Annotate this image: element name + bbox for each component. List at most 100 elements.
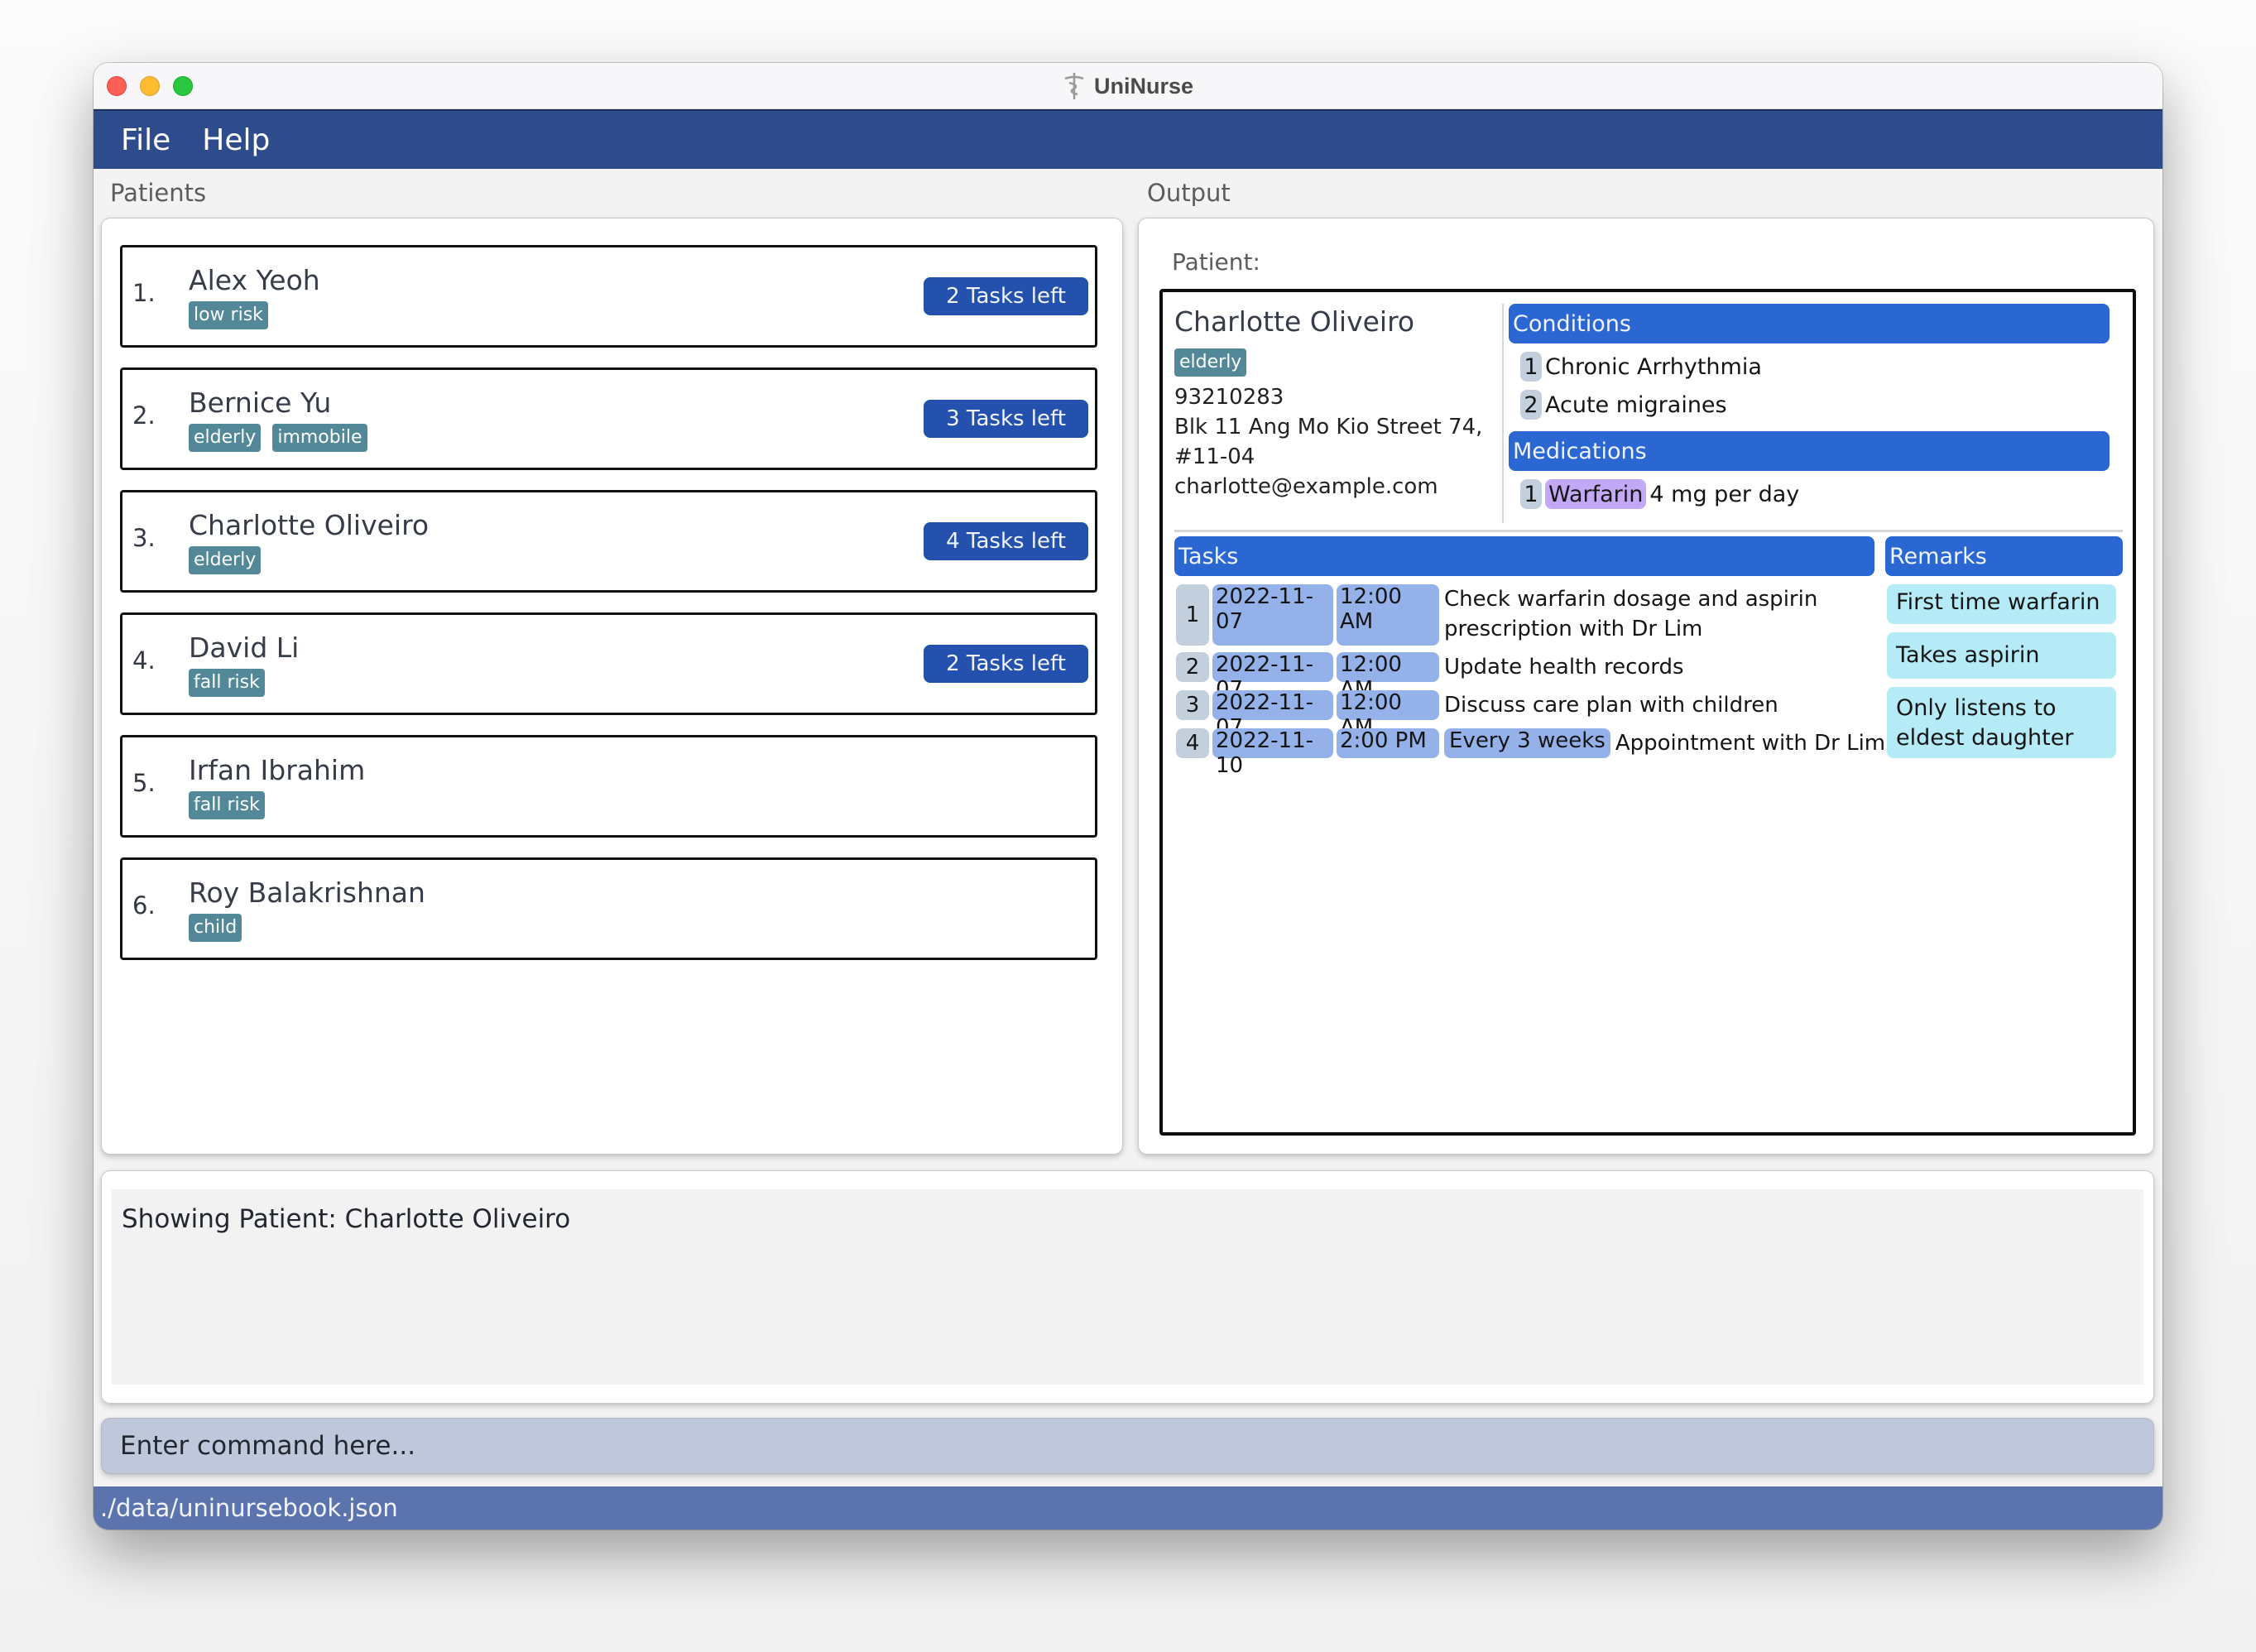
patient-tags: child	[189, 914, 242, 942]
medications-header: Medications	[1509, 431, 2110, 471]
task-description-line2: prescription with Dr Lim	[1444, 617, 1703, 641]
task-number: 2	[1176, 652, 1209, 682]
remark-item: First time warfarin	[1887, 584, 2116, 624]
data-file-path: ./data/uninursebook.json	[100, 1494, 398, 1522]
task-number: 1	[1176, 584, 1209, 646]
patient-tag: low risk	[189, 301, 268, 329]
patient-index: 5.	[132, 769, 156, 797]
patient-card[interactable]: 4. David Li fall risk 2 Tasks left	[120, 612, 1097, 715]
patient-card[interactable]: 5. Irfan Ibrahim fall risk	[120, 735, 1097, 838]
menu-help[interactable]: Help	[202, 123, 270, 157]
vertical-divider	[1502, 304, 1504, 523]
patient-tags: low risk	[189, 301, 268, 329]
app-window: UniNurse File Help Patients Output 1. Al…	[94, 63, 2162, 1530]
patient-card[interactable]: 3. Charlotte Oliveiro elderly 4 Tasks le…	[120, 490, 1097, 593]
detail-patient-name: Charlotte Oliveiro	[1174, 305, 1415, 338]
patient-tag: elderly	[189, 546, 262, 574]
task-item: 4 2022-11-10 2:00 PM Every 3 weeks Appoi…	[1176, 728, 1886, 778]
task-date: 2022-11-07	[1212, 652, 1333, 702]
task-date: 2022-11-07	[1212, 584, 1333, 646]
condition-item: 1 Chronic Arrhythmia	[1520, 352, 1762, 382]
patient-name: Roy Balakrishnan	[189, 876, 425, 909]
task-item: 3 2022-11-07 12:00 AM Discuss care plan …	[1176, 690, 1778, 740]
result-display[interactable]: Showing Patient: Charlotte Oliveiro	[112, 1189, 2143, 1385]
medication-number: 1	[1520, 479, 1542, 509]
patient-index: 1.	[132, 279, 156, 307]
medication-name: Warfarin	[1545, 479, 1647, 509]
task-date: 2022-11-07	[1212, 690, 1333, 740]
task-description: Discuss care plan with children	[1444, 693, 1778, 718]
task-date: 2022-11-10	[1212, 728, 1333, 778]
patient-tag: fall risk	[189, 791, 265, 819]
task-time: 12:00 AM	[1337, 690, 1439, 740]
patient-phone: 93210283	[1174, 385, 1284, 410]
status-bar: ./data/uninursebook.json	[94, 1486, 2162, 1530]
patient-tags: fall risk	[189, 791, 265, 819]
patient-address-line1: Blk 11 Ang Mo Kio Street 74,	[1174, 415, 1483, 439]
patient-detail-card: Charlotte Oliveiro elderly 93210283 Blk …	[1159, 289, 2136, 1136]
result-text: Showing Patient: Charlotte Oliveiro	[122, 1204, 571, 1234]
task-time: 2:00 PM	[1337, 728, 1439, 758]
patient-tags: elderly	[189, 546, 262, 574]
patient-email: charlotte@example.com	[1174, 474, 1438, 499]
remark-line1: Only listens to	[1896, 695, 2057, 721]
command-input[interactable]	[102, 1419, 2153, 1473]
conditions-header: Conditions	[1509, 304, 2110, 343]
patient-card[interactable]: 1. Alex Yeoh low risk 2 Tasks left	[120, 245, 1097, 348]
patients-section-label: Patients	[110, 179, 207, 207]
patient-index: 4.	[132, 646, 156, 675]
task-item: 2 2022-11-07 12:00 AM Update health reco…	[1176, 652, 1684, 702]
tasks-header: Tasks	[1174, 536, 1874, 576]
tasks-left-badge: 2 Tasks left	[924, 277, 1088, 315]
patient-index: 3.	[132, 524, 156, 552]
task-item: 1 2022-11-07 12:00 AM Check warfarin dos…	[1176, 584, 1817, 646]
tasks-left-badge: 4 Tasks left	[924, 522, 1088, 560]
patient-index: 6.	[132, 891, 156, 920]
medication-item: 1 Warfarin 4 mg per day	[1520, 479, 1799, 509]
remark-item: Only listens to eldest daughter	[1887, 687, 2116, 758]
patient-address-line2: #11-04	[1174, 444, 1255, 469]
patient-name: David Li	[189, 632, 300, 664]
patient-tag: elderly	[189, 424, 262, 452]
detail-patient-tag: elderly	[1174, 348, 1247, 377]
task-number: 3	[1176, 690, 1209, 720]
title-bar: UniNurse	[94, 63, 2162, 109]
patient-tag: fall risk	[189, 669, 265, 697]
condition-number: 2	[1520, 390, 1542, 420]
task-description: Appointment with Dr Lim	[1615, 731, 1886, 756]
result-panel: Showing Patient: Charlotte Oliveiro	[102, 1171, 2153, 1403]
task-time: 12:00 AM	[1337, 652, 1439, 702]
patient-name: Charlotte Oliveiro	[189, 509, 430, 541]
patient-name: Alex Yeoh	[189, 264, 320, 296]
task-description-line1: Check warfarin dosage and aspirin	[1444, 587, 1818, 612]
patient-list-panel[interactable]: 1. Alex Yeoh low risk 2 Tasks left 2. Be…	[102, 219, 1122, 1154]
task-recurrence: Every 3 weeks	[1444, 728, 1610, 758]
patient-tags: fall risk	[189, 669, 265, 697]
task-time: 12:00 AM	[1337, 584, 1439, 646]
menu-bar: File Help	[94, 109, 2162, 169]
condition-item: 2 Acute migraines	[1520, 390, 1727, 420]
remarks-header: Remarks	[1885, 536, 2123, 576]
condition-number: 1	[1520, 352, 1542, 382]
window-title: UniNurse	[94, 63, 2162, 109]
patient-tag: child	[189, 914, 242, 942]
patient-label: Patient:	[1172, 248, 1260, 276]
task-description: Update health records	[1444, 655, 1684, 680]
patient-tags: elderly immobile	[189, 424, 367, 452]
remark-item: Takes aspirin	[1887, 632, 2116, 679]
caduceus-icon	[1064, 73, 1084, 99]
patient-index: 2.	[132, 401, 156, 430]
output-panel: Patient: Charlotte Oliveiro elderly 9321…	[1139, 219, 2153, 1154]
patient-name: Bernice Yu	[189, 387, 332, 419]
patient-card[interactable]: 2. Bernice Yu elderly immobile 3 Tasks l…	[120, 367, 1097, 470]
patient-card[interactable]: 6. Roy Balakrishnan child	[120, 857, 1097, 960]
condition-text: Acute migraines	[1545, 391, 1727, 418]
output-section-label: Output	[1147, 179, 1231, 207]
tasks-left-badge: 2 Tasks left	[924, 645, 1088, 683]
patient-tag: immobile	[272, 424, 367, 452]
menu-file[interactable]: File	[121, 123, 170, 157]
patient-name: Irfan Ibrahim	[189, 754, 366, 786]
task-number: 4	[1176, 728, 1209, 758]
window-title-text: UniNurse	[1093, 73, 1194, 98]
condition-text: Chronic Arrhythmia	[1545, 353, 1762, 380]
